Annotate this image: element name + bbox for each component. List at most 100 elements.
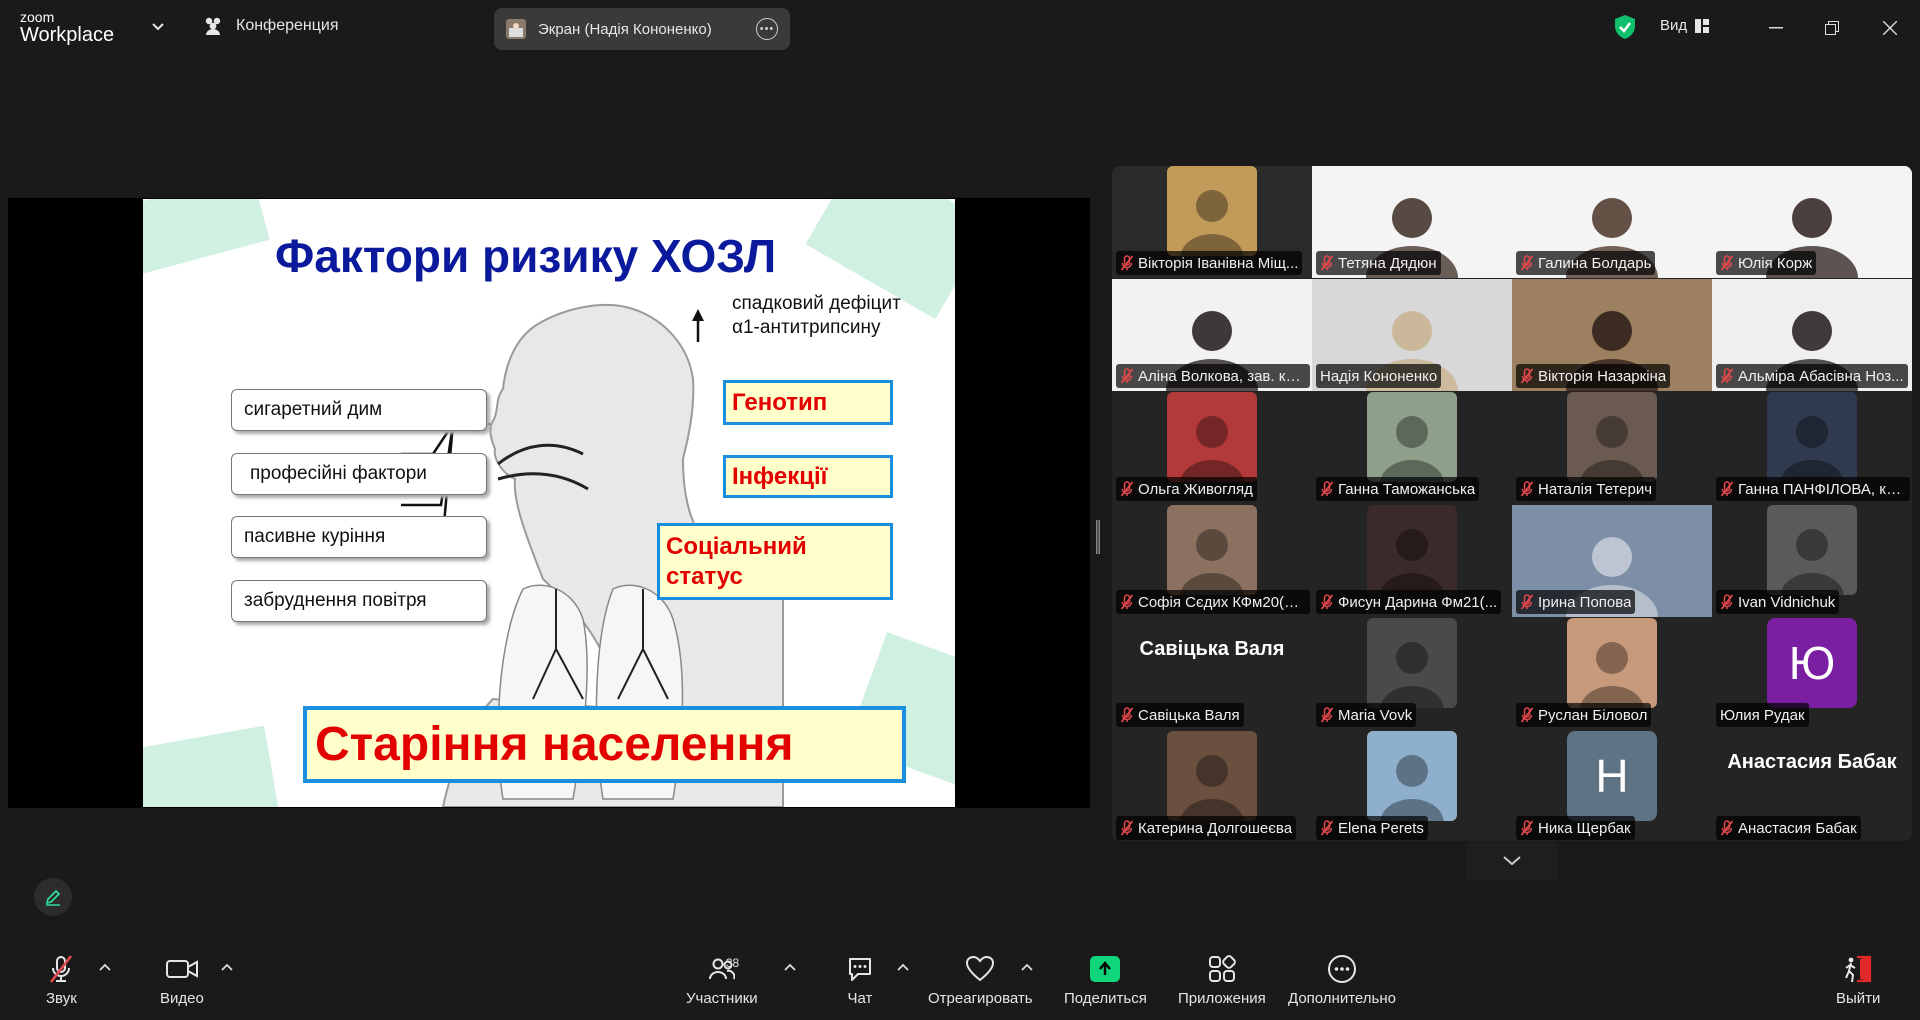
view-button[interactable]: Вид [1660,17,1710,34]
chat-button[interactable]: Чат [846,954,874,1007]
leave-button[interactable]: Выйти [1836,954,1880,1007]
participant-tile[interactable]: Maria Vovk [1312,618,1512,730]
participant-name-bar: Руслан Біловол [1516,703,1652,727]
participants-count: 38 [725,956,740,970]
participant-tile[interactable]: Анастасия Бабак Анастасия Бабак [1712,731,1912,841]
mic-muted-icon [1320,820,1334,836]
participant-tile[interactable]: Ірина Попова [1512,505,1712,617]
shield-icon[interactable] [1614,14,1636,40]
avatar [1767,392,1857,482]
participant-name-bar: Надія Кононенко [1316,364,1442,388]
participant-tile[interactable]: Софія Сєдих КФм20(4,... [1112,505,1312,617]
factor-box: професійні фактори [231,453,487,495]
apps-button[interactable]: Приложения [1178,954,1266,1007]
chat-options-caret[interactable] [896,962,910,972]
mic-muted-icon [1120,481,1134,497]
audio-options-caret[interactable] [98,962,112,972]
audio-label: Звук [46,990,77,1007]
participant-tile[interactable]: Н Ника Щербак [1512,731,1712,841]
share-screen-button[interactable]: Поделиться [1064,954,1147,1007]
participant-name: Наталія Тетерич [1538,480,1653,498]
participant-tile[interactable]: Надія Кононенко [1312,279,1512,391]
mic-muted-icon [1520,255,1534,271]
infections-box: Інфекції [723,455,893,498]
participant-name: Софія Сєдих КФм20(4,... [1138,593,1306,611]
participant-tile[interactable]: Руслан Біловол [1512,618,1712,730]
resize-handle[interactable] [1096,520,1100,554]
factor-box: пасивне куріння [231,516,487,558]
restore-icon[interactable] [1818,14,1846,42]
avatar-name-text: Савіцька Валя [1139,638,1285,660]
participant-tile[interactable]: Вікторія Іванівна Міщ... [1112,166,1312,278]
aging-box: Старіння населення [303,706,906,783]
mic-muted-icon [1720,368,1734,384]
participants-options-caret[interactable] [783,962,797,972]
video-button[interactable]: Видео [160,954,204,1007]
leave-label: Выйти [1836,990,1881,1007]
participant-tile[interactable]: Ганна Таможанська [1312,392,1512,504]
gallery-scroll-down-button[interactable] [1466,842,1558,880]
participant-tile[interactable]: Альміра Абасівна Ноз... [1712,279,1912,391]
mic-muted-icon [1320,594,1334,610]
pencil-icon [45,889,61,906]
avatar-name-text: Анастасия Бабак [1727,751,1897,773]
avatar [1367,618,1457,708]
mic-muted-icon [1520,820,1534,836]
participant-tile[interactable]: Катерина Долгошеєва [1112,731,1312,841]
participant-tile[interactable]: Ольга Живогляд [1112,392,1312,504]
participant-tile[interactable]: Галина Болдарь [1512,166,1712,278]
audio-button[interactable]: Звук [46,954,77,1007]
participant-tile[interactable]: Ivan Vidnichuk [1712,505,1912,617]
participant-tile[interactable]: Вікторія Назаркіна [1512,279,1712,391]
meeting-button[interactable]: Конференция [202,16,339,36]
participant-name: Ника Щербак [1538,819,1631,837]
participant-name-bar: Ганна Таможанська [1316,477,1480,501]
mic-muted-icon [1120,707,1134,723]
participant-tile[interactable]: Аліна Волкова, зав. ка... [1112,279,1312,391]
title-bar: zoom Workplace Конференция Экран (Надія … [0,0,1920,56]
participant-tile[interactable]: Ю Юлия Рудак [1712,618,1912,730]
mic-muted-icon [1720,820,1734,836]
participant-name-bar: Ірина Попова [1516,590,1636,614]
close-icon[interactable] [1876,14,1904,42]
apps-label: Приложения [1178,990,1266,1007]
meeting-label: Конференция [236,17,339,34]
participants-button[interactable]: 38 Участники [686,954,758,1007]
react-button[interactable]: Отреагировать [928,954,1033,1007]
presenter-avatar-icon [506,19,526,39]
react-options-caret[interactable] [1020,962,1034,972]
participant-name: Надія Кононенко [1320,367,1438,385]
video-options-caret[interactable] [220,962,234,972]
participant-tile[interactable]: Ганна ПАНФІЛОВА, ка... [1712,392,1912,504]
participant-tile[interactable]: Фисун Дарина Фм21(... [1312,505,1512,617]
screen-share-label: Экран (Надія Кононенко) [538,20,712,38]
participant-name-bar: Альміра Абасівна Ноз... [1716,364,1908,388]
participant-name: Руслан Біловол [1538,706,1648,724]
leave-icon [1845,955,1872,983]
minimize-icon[interactable] [1762,14,1790,42]
apps-icon [1208,955,1236,982]
participant-tile[interactable]: Тетяна Дядюн [1312,166,1512,278]
participant-name: Maria Vovk [1338,706,1413,724]
participant-tile[interactable]: Юлія Корж [1712,166,1912,278]
participant-tile[interactable]: Савіцька Валя Савіцька Валя [1112,618,1312,730]
screen-share-pill[interactable]: Экран (Надія Кононенко) ••• [494,8,790,50]
more-label: Дополнительно [1288,990,1396,1007]
participant-name-bar: Фисун Дарина Фм21(... [1316,590,1502,614]
participant-name: Альміра Абасівна Ноз... [1738,367,1904,385]
mic-muted-icon [1720,255,1734,271]
participant-name: Elena Perets [1338,819,1424,837]
participant-name-bar: Наталія Тетерич [1516,477,1657,501]
participant-tile[interactable]: Elena Perets [1312,731,1512,841]
avatar: Н [1567,731,1657,821]
participant-name-bar: Вікторія Назаркіна [1516,364,1671,388]
participant-name: Катерина Долгошеєва [1138,819,1293,837]
participant-tile[interactable]: Наталія Тетерич [1512,392,1712,504]
avatar: Ю [1767,618,1857,708]
chevron-down-icon[interactable] [150,18,166,34]
more-button[interactable]: Дополнительно [1288,954,1396,1007]
social-line-1: Соціальний [666,532,807,560]
video-camera-icon [165,960,198,978]
more-options-icon[interactable]: ••• [756,18,778,40]
annotate-button[interactable] [34,878,72,916]
